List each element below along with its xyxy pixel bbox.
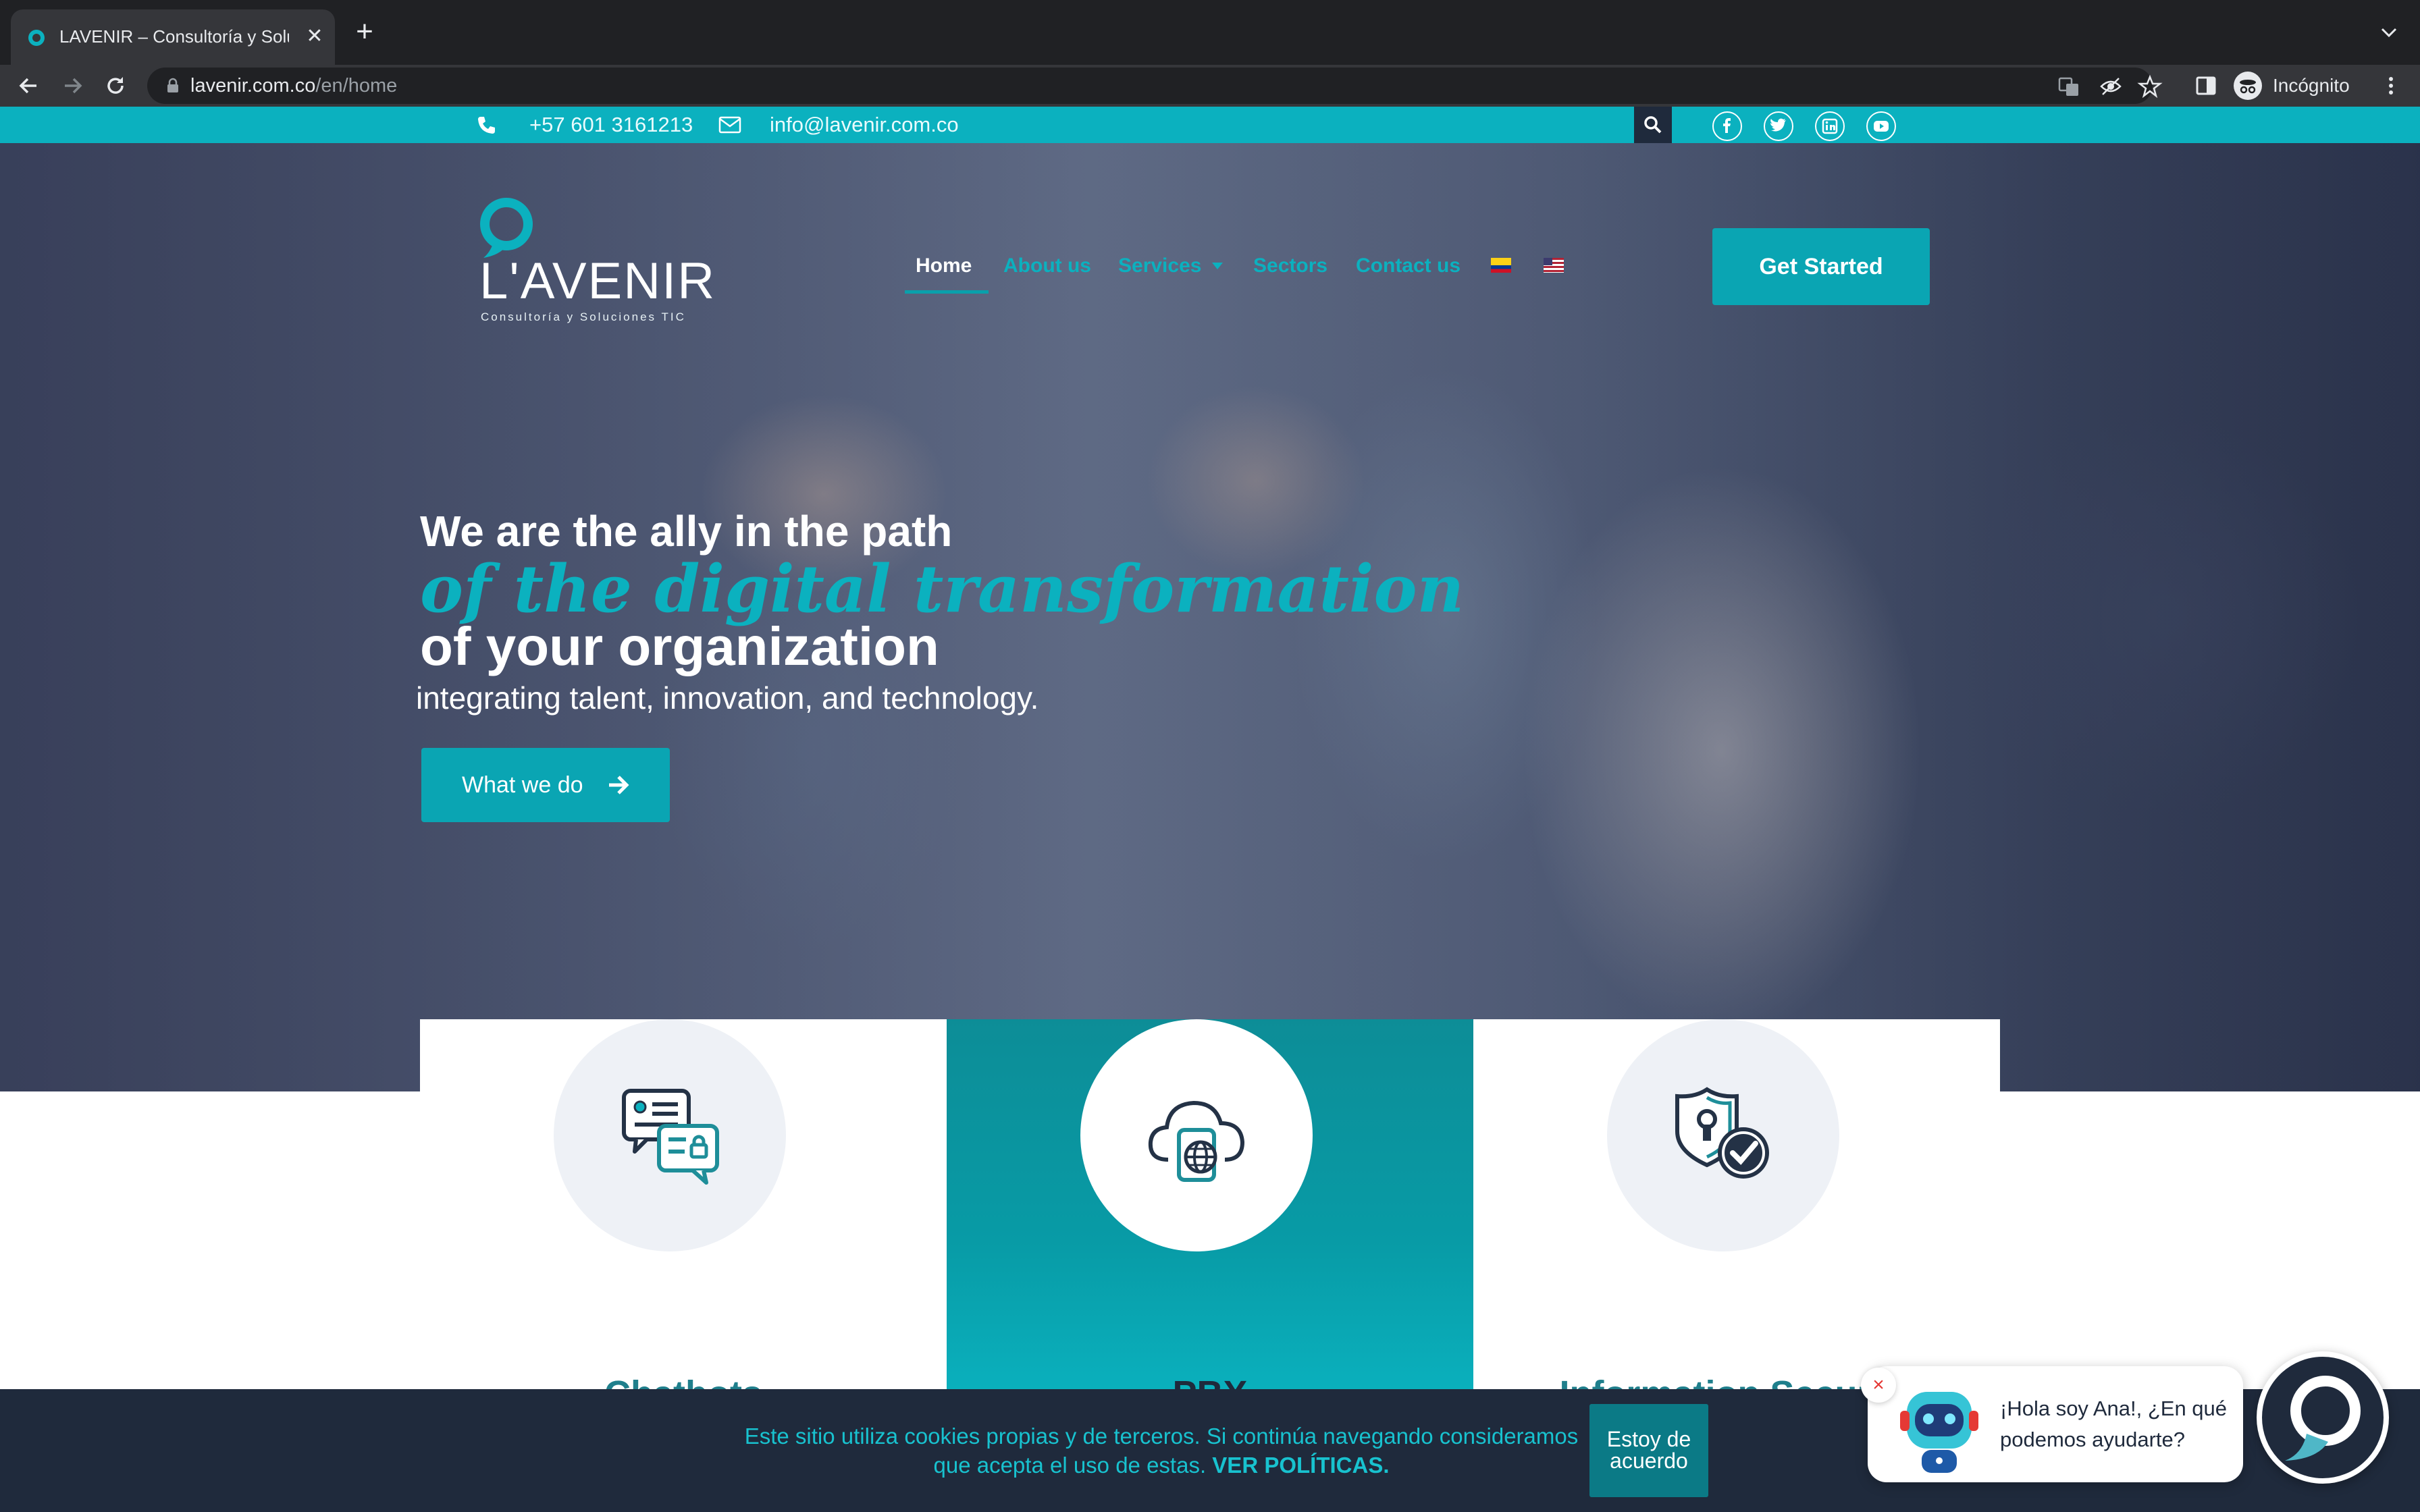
tab-title: LAVENIR – Consultoría y Solucio: [59, 26, 289, 47]
chat-launcher-button[interactable]: [2257, 1351, 2389, 1484]
nav-home[interactable]: Home: [916, 251, 972, 281]
flag-usa-icon[interactable]: [1544, 258, 1564, 273]
phone-link[interactable]: +57 601 3161213: [529, 107, 693, 143]
chat-document-icon: [622, 1089, 719, 1185]
nav-services[interactable]: Services: [1118, 251, 1201, 281]
nav-contact-us[interactable]: Contact us: [1356, 251, 1461, 281]
reload-icon[interactable]: [100, 70, 131, 101]
nav-sectors[interactable]: Sectors: [1253, 251, 1327, 281]
twitter-icon[interactable]: [1764, 111, 1793, 141]
what-we-do-button[interactable]: What we do: [421, 748, 670, 822]
browser-menu-icon[interactable]: [2377, 72, 2405, 100]
logo-wordmark: L'AVENIR: [479, 252, 716, 310]
arrow-right-icon: [609, 776, 629, 794]
url-text: lavenir.com.co/en/home: [190, 75, 398, 97]
address-bar[interactable]: lavenir.com.co/en/home: [147, 68, 2163, 104]
hero-section: L'AVENIR Consultoría y Soluciones TIC Ho…: [0, 143, 2420, 1091]
browser-tabstrip: LAVENIR – Consultoría y Solucio ✕ +: [0, 0, 2420, 65]
youtube-icon[interactable]: [1866, 111, 1896, 141]
card-icon-circle: [554, 1019, 786, 1251]
flag-colombia-icon[interactable]: [1491, 258, 1511, 273]
chatbot-robot-avatar-icon: [1900, 1392, 1978, 1473]
browser-tab[interactable]: LAVENIR – Consultoría y Solucio ✕: [11, 9, 335, 65]
new-tab-button[interactable]: +: [348, 16, 381, 49]
service-card-pbx[interactable]: PBX: [947, 1019, 1473, 1414]
site-logo[interactable]: L'AVENIR Consultoría y Soluciones TIC: [473, 197, 716, 332]
chat-bubble-icon: [2285, 1376, 2361, 1461]
search-icon: [1644, 116, 1662, 134]
chat-close-icon[interactable]: ×: [1861, 1368, 1896, 1403]
tracking-protection-eye-icon[interactable]: [2097, 73, 2124, 100]
get-started-button[interactable]: Get Started: [1712, 228, 1930, 305]
site-search-button[interactable]: [1634, 107, 1672, 143]
nav-about-us[interactable]: About us: [1003, 251, 1091, 281]
shield-check-icon: [1675, 1087, 1769, 1179]
hero-heading-line3: of your organization: [420, 616, 939, 676]
service-card-chatbots[interactable]: Chatbots: [420, 1019, 947, 1414]
phone-icon: [478, 117, 495, 134]
tab-search-chevron-icon[interactable]: [2375, 19, 2402, 46]
browser-toolbar: lavenir.com.co/en/home Incógnito: [0, 65, 2420, 107]
cookie-accept-button[interactable]: Estoy de acuerdo: [1589, 1404, 1708, 1497]
translate-icon[interactable]: [2055, 73, 2082, 100]
logo-subtitle: Consultoría y Soluciones TIC: [481, 310, 686, 323]
incognito-label: Incógnito: [2273, 75, 2350, 96]
lock-icon[interactable]: [163, 76, 182, 95]
cookie-message: Este sitio utiliza cookies propias y de …: [744, 1424, 1579, 1478]
card-icon-circle: [1080, 1019, 1313, 1251]
cookie-policy-link[interactable]: VER POLÍTICAS.: [1212, 1453, 1389, 1478]
card-icon-circle: [1607, 1019, 1839, 1251]
back-icon[interactable]: [14, 70, 45, 101]
services-caret-down-icon[interactable]: [1211, 262, 1224, 270]
forward-icon[interactable]: [57, 70, 88, 101]
side-panel-icon[interactable]: [2192, 72, 2220, 100]
nav-active-indicator: [905, 290, 989, 294]
chat-greeting-text: ¡Hola soy Ana!, ¿En qué podemos ayudarte…: [2000, 1397, 2228, 1451]
hero-subheading: integrating talent, innovation, and tech…: [416, 680, 1039, 716]
facebook-icon[interactable]: [1712, 111, 1742, 141]
tab-close-icon[interactable]: ✕: [302, 24, 327, 49]
email-link[interactable]: info@lavenir.com.co: [770, 107, 959, 143]
bookmark-star-icon[interactable]: [2136, 73, 2163, 100]
chat-greeting-bubble[interactable]: ¡Hola soy Ana!, ¿En qué podemos ayudarte…: [1868, 1366, 2243, 1482]
incognito-icon: [2234, 72, 2262, 100]
linkedin-icon[interactable]: [1815, 111, 1845, 141]
contact-topbar: +57 601 3161213 info@lavenir.com.co: [0, 107, 2420, 143]
what-we-do-label: What we do: [462, 772, 583, 798]
service-card-information-security[interactable]: Information Security: [1473, 1019, 2000, 1414]
email-icon: [718, 116, 741, 134]
hero-heading-line1: We are the ally in the path: [420, 507, 953, 556]
cloud-globe-icon: [1148, 1100, 1245, 1182]
incognito-profile-button[interactable]: Incógnito: [2231, 68, 2366, 104]
site-favicon-icon: [28, 30, 45, 46]
